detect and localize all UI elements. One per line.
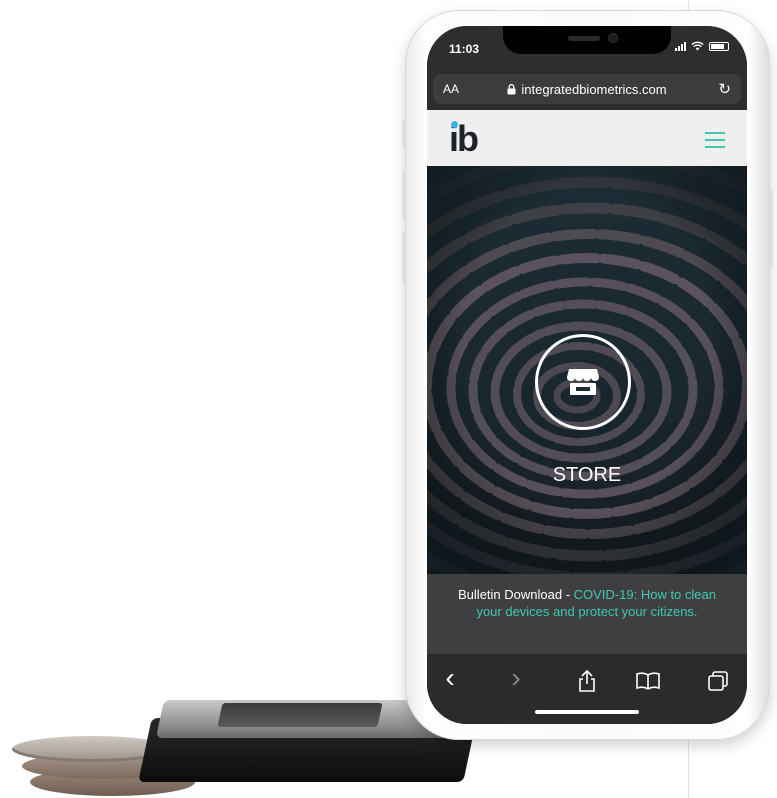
side-button	[770, 190, 773, 268]
share-icon[interactable]	[572, 670, 602, 692]
signal-icon	[675, 41, 686, 51]
store-label[interactable]: STORE	[427, 464, 747, 487]
phone-screen: 11:03 AA integratedbiometrics.com ↻ ib S…	[427, 26, 747, 724]
reload-icon[interactable]: ↻	[718, 80, 731, 98]
hero-banner: STORE	[427, 166, 747, 574]
url-display[interactable]: integratedbiometrics.com	[433, 82, 741, 97]
side-button	[402, 232, 405, 282]
home-indicator[interactable]	[535, 710, 639, 714]
status-bar: 11:03	[427, 26, 747, 70]
lock-icon	[507, 84, 516, 95]
forward-button[interactable]: ›	[501, 662, 531, 694]
bulletin-banner: Bulletin Download - COVID-19: How to cle…	[427, 574, 747, 654]
front-camera	[609, 34, 617, 42]
status-icons	[675, 41, 729, 51]
browser-address-area: AA integratedbiometrics.com ↻	[427, 70, 747, 110]
logo-dot	[451, 121, 458, 128]
battery-icon	[709, 41, 729, 51]
sensor-scan-window	[217, 703, 383, 727]
address-bar[interactable]: AA integratedbiometrics.com ↻	[433, 74, 741, 104]
tabs-icon[interactable]	[703, 670, 733, 692]
store-button[interactable]	[535, 334, 631, 430]
bulletin-prefix: Bulletin Download -	[458, 587, 574, 602]
url-text: integratedbiometrics.com	[521, 82, 667, 97]
browser-toolbar: ‹ ›	[427, 654, 747, 724]
wifi-icon	[691, 41, 704, 51]
side-button	[402, 170, 405, 220]
store-icon	[567, 369, 599, 395]
side-button	[402, 120, 405, 148]
speaker-grille	[568, 36, 600, 41]
bookmarks-icon[interactable]	[633, 672, 663, 690]
site-header: ib	[427, 110, 747, 166]
phone-mockup: 11:03 AA integratedbiometrics.com ↻ ib S…	[402, 10, 773, 740]
back-button[interactable]: ‹	[435, 662, 465, 694]
hamburger-menu-icon[interactable]	[705, 132, 725, 153]
phone-notch	[503, 26, 671, 54]
status-time: 11:03	[449, 42, 480, 56]
